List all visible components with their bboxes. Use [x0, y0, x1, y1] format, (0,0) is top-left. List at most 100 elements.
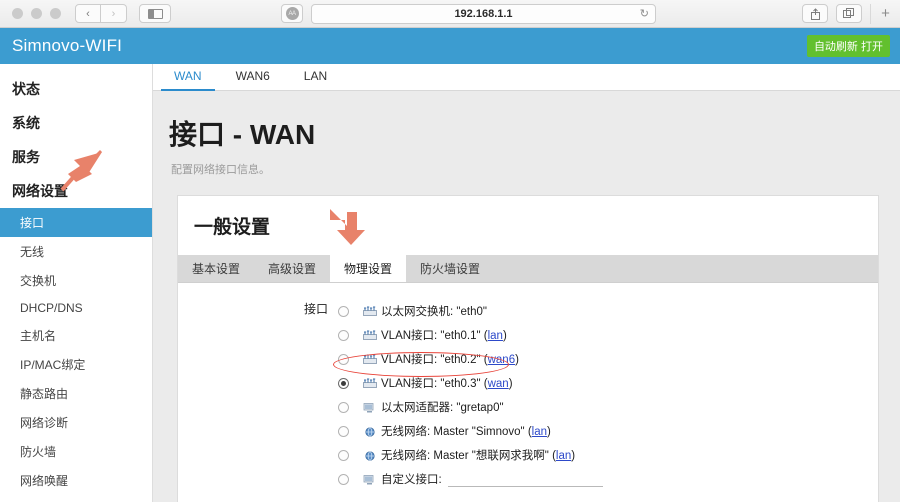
- ethernet-switch-icon: [363, 330, 377, 340]
- body-area: 状态 系统 服务 网络设置 接口 无线 交换机 DHCP/DNS 主机名 IP/MAC绑定 静态路由…: [0, 64, 900, 502]
- subtab-1[interactable]: 高级设置: [254, 254, 330, 282]
- interface-radio-group: 以太网交换机: "eth0" VLAN接口: "eth0.1" (lan) VLAN…: [338, 299, 603, 491]
- address-bar[interactable]: 192.168.1.1 ↻: [311, 3, 656, 24]
- main-tab-bar: WAN WAN6 LAN: [153, 64, 900, 92]
- sidebar-item-0[interactable]: 接口: [0, 208, 152, 237]
- forward-icon[interactable]: ›: [101, 4, 127, 23]
- radio-button[interactable]: [338, 329, 349, 341]
- new-tab-icon[interactable]: +: [870, 3, 892, 24]
- ethernet-switch-icon: [363, 306, 377, 316]
- sidebar-item-9[interactable]: 网络唤醒: [0, 466, 152, 495]
- page-body: 接口 - WAN 配置网络接口信息。 一般设置 基本设置 高级设置 物理设置 防火墙设…: [153, 91, 900, 502]
- reload-icon[interactable]: ↻: [640, 7, 649, 20]
- zone-link[interactable]: lan: [488, 330, 503, 342]
- reader-view-button[interactable]: AA: [281, 4, 303, 23]
- sidebar-group-1[interactable]: 系统: [0, 106, 152, 140]
- sidebar-item-7[interactable]: 网络诊断: [0, 408, 152, 437]
- sidebar-item-1[interactable]: 无线: [0, 237, 152, 266]
- tabs-glyph: [843, 8, 854, 18]
- physical-settings-form: 接口 以太网交换机: "eth0" VLAN接口: "eth0.1" (lan) V…: [178, 283, 878, 502]
- arrow-down-right-icon: [330, 209, 365, 245]
- sidebar-item-10[interactable]: 硬件加速: [0, 495, 152, 502]
- maximize-window-button[interactable]: [50, 8, 61, 19]
- subtab-0[interactable]: 基本设置: [178, 254, 254, 282]
- ethernet-switch-icon: [363, 329, 377, 341]
- browser-toolbar: ‹ › AA 192.168.1.1 ↻ +: [0, 0, 900, 28]
- highlight-ellipse-annotation: [333, 352, 509, 377]
- general-settings-panel: 一般设置 基本设置 高级设置 物理设置 防火墙设置 接口 以太网交换机: "eth0"…: [177, 195, 879, 502]
- ethernet-switch-icon: [363, 305, 377, 317]
- sidebar-item-4[interactable]: 主机名: [0, 321, 152, 350]
- navigation-buttons: ‹ ›: [75, 4, 127, 23]
- radio-button[interactable]: [338, 401, 349, 413]
- interface-option-label: 无线网络: Master "想联网求我啊" (lan): [381, 450, 576, 462]
- interface-option-7[interactable]: 自定义接口:: [338, 467, 603, 491]
- window-traffic-lights: [12, 8, 61, 19]
- wireless-icon: [365, 427, 375, 437]
- auto-refresh-badge[interactable]: 自动刷新 打开: [806, 35, 890, 57]
- pushpin-icon: [60, 150, 102, 192]
- interface-option-1[interactable]: VLAN接口: "eth0.1" (lan): [338, 323, 603, 347]
- ethernet-adapter-icon: [363, 475, 374, 485]
- back-icon[interactable]: ‹: [75, 4, 101, 23]
- sidebar: 状态 系统 服务 网络设置 接口 无线 交换机 DHCP/DNS 主机名 IP/MAC绑定 静态路由…: [0, 64, 152, 502]
- interface-option-label: VLAN接口: "eth0.1" (lan): [381, 330, 507, 342]
- ethernet-switch-icon: [363, 377, 377, 389]
- tab-overview-icon[interactable]: [836, 4, 862, 23]
- radio-button[interactable]: [338, 377, 349, 389]
- share-icon[interactable]: [802, 4, 828, 23]
- interface-option-label: 以太网适配器: "gretap0": [381, 402, 504, 414]
- sidebar-glyph: [147, 8, 163, 19]
- pushpin-annotation: [56, 148, 108, 194]
- zone-link[interactable]: wan: [488, 378, 509, 390]
- ethernet-switch-icon: [363, 378, 377, 388]
- wireless-icon: [365, 451, 375, 461]
- interface-option-label: 以太网交换机: "eth0": [381, 306, 487, 318]
- toolbar-right-buttons: +: [802, 3, 900, 24]
- sidebar-item-2[interactable]: 交换机: [0, 266, 152, 295]
- radio-button[interactable]: [338, 425, 349, 437]
- page-subtitle: 配置网络接口信息。: [171, 164, 270, 176]
- custom-interface-input[interactable]: [447, 471, 603, 487]
- ethernet-adapter-icon: [363, 401, 377, 413]
- wireless-icon: [363, 449, 377, 461]
- interface-option-label: VLAN接口: "eth0.3" (wan): [381, 378, 513, 390]
- minimize-window-button[interactable]: [31, 8, 42, 19]
- zone-link[interactable]: lan: [532, 426, 547, 438]
- sidebar-toggle-icon[interactable]: [139, 4, 171, 23]
- page-title: 接口 - WAN: [169, 119, 316, 150]
- reader-icon: AA: [285, 7, 299, 20]
- interface-option-5[interactable]: 无线网络: Master "Simnovo" (lan): [338, 419, 603, 443]
- tab-lan[interactable]: LAN: [291, 64, 340, 92]
- radio-button[interactable]: [338, 449, 349, 461]
- zone-link[interactable]: lan: [556, 450, 571, 462]
- subtab-2[interactable]: 物理设置: [330, 254, 407, 282]
- interface-option-label: 自定义接口:: [381, 474, 442, 486]
- sidebar-item-3[interactable]: DHCP/DNS: [0, 295, 152, 321]
- share-glyph: [810, 7, 820, 20]
- interface-field-label: 接口: [303, 302, 328, 316]
- interface-field-row: 接口 以太网交换机: "eth0" VLAN接口: "eth0.1" (lan) V…: [178, 299, 878, 491]
- radio-button[interactable]: [338, 305, 349, 317]
- interface-option-4[interactable]: 以太网适配器: "gretap0": [338, 395, 603, 419]
- sidebar-item-6[interactable]: 静态路由: [0, 379, 152, 408]
- subtab-3[interactable]: 防火墙设置: [406, 254, 494, 282]
- radio-button[interactable]: [338, 473, 349, 485]
- content-area: WAN WAN6 LAN 接口 - WAN 配置网络接口信息。 一般设置 基本设置高…: [152, 64, 900, 502]
- interface-option-0[interactable]: 以太网交换机: "eth0": [338, 299, 603, 323]
- ethernet-adapter-icon: [363, 403, 374, 413]
- tab-wan[interactable]: WAN: [161, 64, 215, 92]
- app-header: Simnovo-WIFI 自动刷新 打开: [0, 28, 900, 64]
- sidebar-nav: 状态 系统 服务 网络设置 接口 无线 交换机 DHCP/DNS 主机名 IP/MAC绑定 静态路由…: [0, 64, 152, 502]
- interface-option-label: 无线网络: Master "Simnovo" (lan): [381, 426, 551, 438]
- down-arrow-annotation: [325, 206, 373, 248]
- sidebar-group-0[interactable]: 状态: [0, 72, 152, 106]
- panel-title: 一般设置: [194, 217, 271, 238]
- interface-option-6[interactable]: 无线网络: Master "想联网求我啊" (lan): [338, 443, 603, 467]
- settings-subtab-bar: 基本设置 高级设置 物理设置 防火墙设置: [178, 254, 878, 283]
- sidebar-item-5[interactable]: IP/MAC绑定: [0, 350, 152, 379]
- tab-wan6[interactable]: WAN6: [223, 64, 283, 92]
- close-window-button[interactable]: [12, 8, 23, 19]
- sidebar-item-8[interactable]: 防火墙: [0, 437, 152, 466]
- url-text: 192.168.1.1: [454, 7, 513, 20]
